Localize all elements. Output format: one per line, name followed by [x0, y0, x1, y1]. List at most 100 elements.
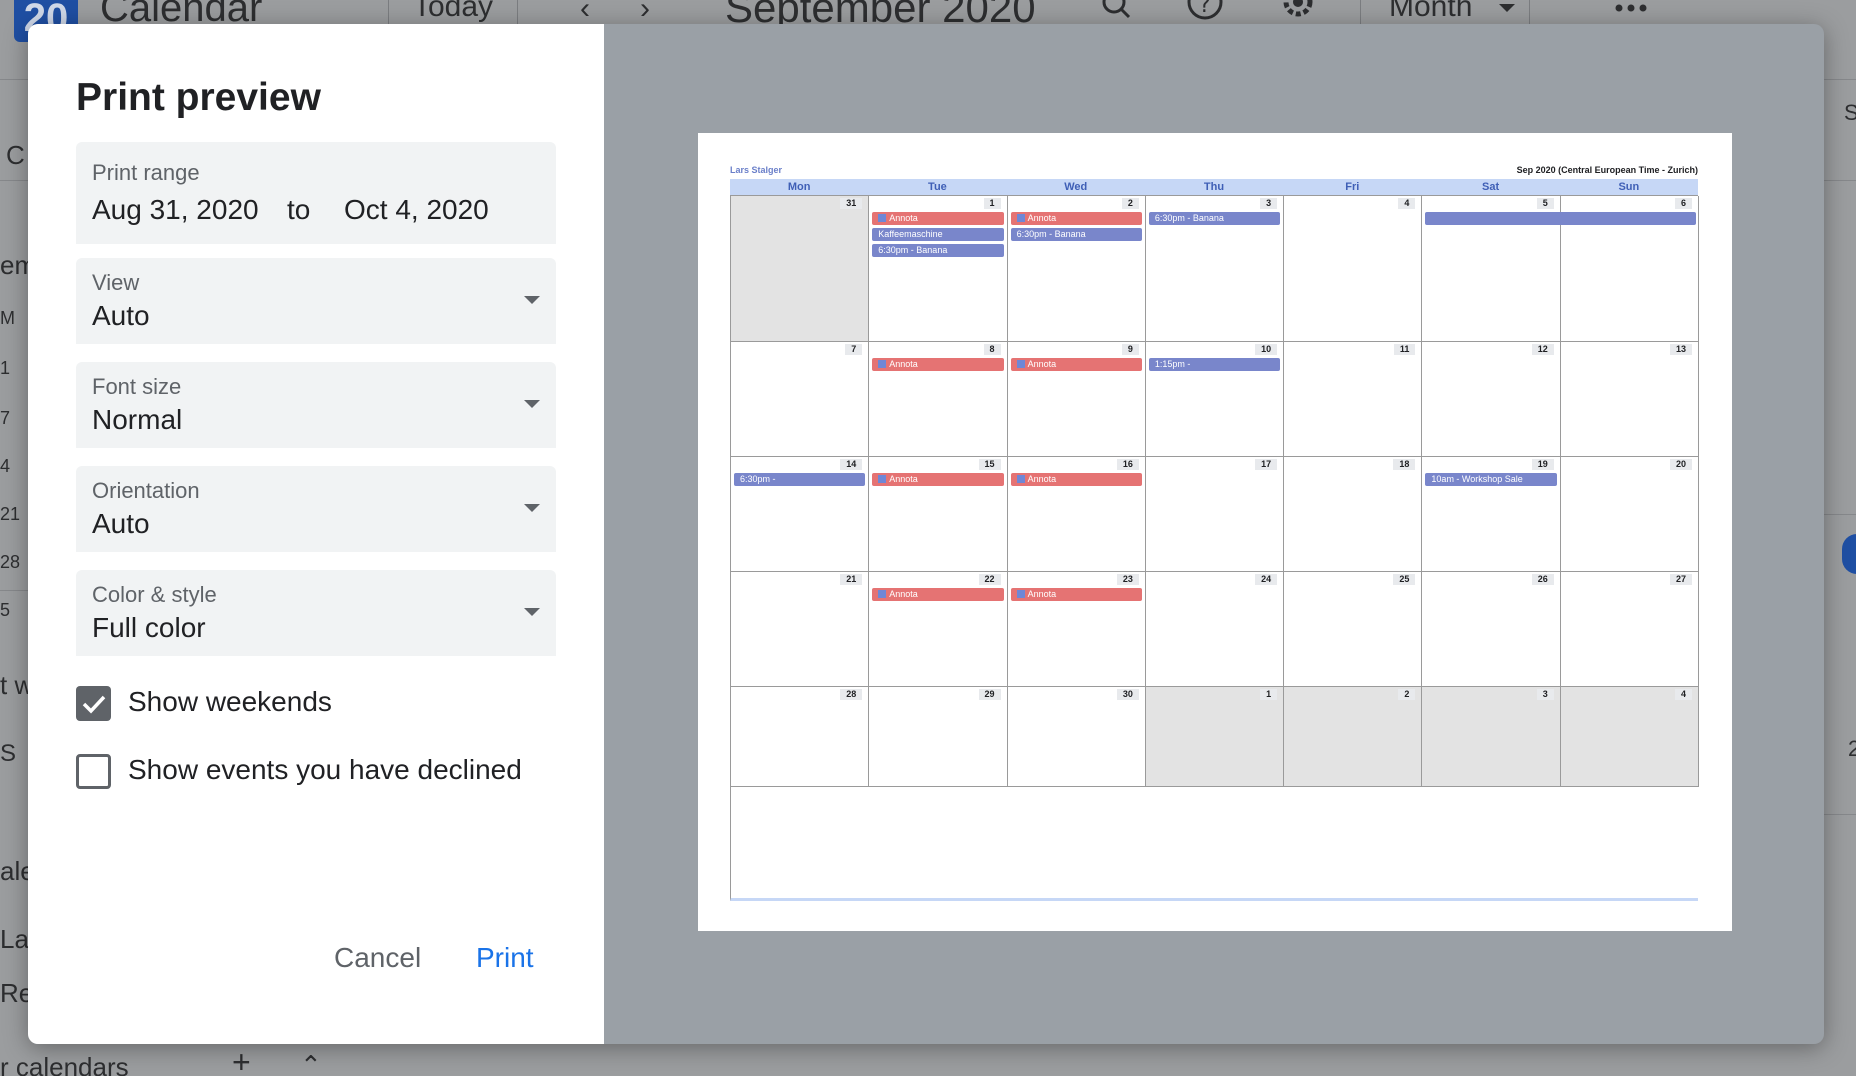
sidebar-fragment: S: [0, 740, 17, 767]
preview-calendar: Lars Stalger Sep 2020 (Central European …: [730, 165, 1699, 905]
orientation-select[interactable]: Orientation Auto: [76, 466, 556, 552]
chevron-left-icon[interactable]: ‹: [580, 0, 590, 26]
print-range-end[interactable]: Oct 4, 2020: [344, 194, 489, 226]
day-number: 18: [1393, 459, 1416, 470]
day-number: 26: [1531, 574, 1554, 585]
sidebar-fragment: 7: [0, 408, 11, 428]
day-number: 21: [840, 574, 863, 585]
day-cell: 28: [731, 687, 870, 787]
day-cell: 5: [1422, 196, 1696, 342]
sidebar-fragment: 21: [0, 504, 21, 524]
print-range-to: to: [287, 194, 311, 225]
font-size-select-label: Font size: [92, 374, 182, 399]
day-number: 3: [1260, 198, 1278, 209]
day-number: 13: [1669, 344, 1692, 355]
print-button[interactable]: Print: [476, 942, 534, 974]
checkmark-icon: [82, 695, 106, 714]
day-number: 3: [1536, 689, 1554, 700]
view-select-value: Auto: [92, 300, 150, 331]
event-color-icon: [1016, 214, 1025, 222]
preview-event: Kaffeemaschine: [872, 228, 1004, 241]
divider: [1824, 180, 1856, 181]
day-cell: 16 Annota: [1007, 457, 1146, 572]
day-cell: 13: [1560, 342, 1699, 457]
color-style-select[interactable]: Color & style Full color: [76, 570, 556, 656]
preview-event: Annota: [1010, 588, 1142, 601]
day-cell: 24: [1145, 572, 1285, 687]
sidebar-fragment: 1: [0, 358, 11, 378]
preview-event: Annota: [872, 588, 1004, 601]
color-style-select-value: Full color: [92, 612, 206, 643]
day-cell: 27: [1560, 572, 1699, 687]
dropdown-arrow-icon: [524, 400, 540, 408]
other-calendars-label: r calendars: [0, 1052, 129, 1076]
day-number: 24: [1255, 574, 1278, 585]
day-number: 12: [1531, 344, 1554, 355]
day-cell: 4: [1560, 687, 1699, 787]
add-calendar-icon[interactable]: +: [232, 1044, 251, 1076]
divider: [1824, 814, 1856, 815]
day-cell: 1 Annota Kaffeemaschine 6:30pm - Banana: [869, 196, 1008, 342]
day-number: 30: [1116, 689, 1139, 700]
dropdown-arrow-icon: [524, 504, 540, 512]
preview-timezone: Sep 2020 (Central European Time - Zurich…: [1516, 165, 1698, 175]
sidebar-fragment: 2: [1848, 736, 1856, 761]
day-number: 15: [978, 459, 1001, 470]
orientation-select-label: Orientation: [92, 478, 200, 503]
view-switcher-label: Month: [1389, 0, 1473, 23]
print-range-field[interactable]: Print range Aug 31, 2020 to Oct 4, 2020: [76, 142, 556, 244]
show-declined-checkbox[interactable]: [76, 754, 111, 789]
day-cell: 10 1:15pm -: [1145, 342, 1285, 457]
preview-event: Annota: [1010, 212, 1142, 225]
day-cell: 2 Annota 6:30pm - Banana: [1007, 196, 1146, 342]
preview-owner-name: Lars Stalger: [730, 165, 783, 175]
day-number: 10: [1255, 344, 1278, 355]
weekday-header: Mon Tue Wed Thu Fri Sat Sun: [730, 179, 1698, 195]
sidebar-fragment: 28: [0, 552, 21, 572]
view-select[interactable]: View Auto: [76, 258, 556, 344]
day-number: 2: [1398, 689, 1416, 700]
divider: [1824, 514, 1856, 515]
day-cell: 26: [1422, 572, 1561, 687]
day-cell: 21: [731, 572, 870, 687]
event-color-icon: [878, 360, 887, 368]
event-color-icon: [878, 590, 887, 598]
svg-text:?: ?: [1199, 0, 1211, 18]
preview-event: Annota: [872, 212, 1004, 225]
preview-event: Annota: [872, 358, 1004, 371]
day-cell: 23 Annota: [1007, 572, 1146, 687]
day-number: 28: [840, 689, 863, 700]
event-color-icon: [1016, 590, 1025, 598]
font-size-select[interactable]: Font size Normal: [76, 362, 556, 448]
weekday-label: Mon: [787, 181, 811, 193]
day-cell: 22 Annota: [869, 572, 1008, 687]
chevron-up-icon[interactable]: ⌃: [300, 1050, 322, 1076]
orientation-select-value: Auto: [92, 508, 150, 539]
event-color-icon: [1016, 360, 1025, 368]
print-range-start[interactable]: Aug 31, 2020: [92, 194, 259, 226]
cancel-button[interactable]: Cancel: [334, 942, 421, 974]
day-number: 23: [1116, 574, 1139, 585]
day-cell: 31: [731, 196, 870, 342]
print-preview-dialog: Print preview Print range Aug 31, 2020 t…: [28, 24, 1824, 1044]
day-cell: 4: [1284, 196, 1423, 342]
preview-event: 6:30pm -: [734, 473, 866, 486]
show-weekends-checkbox[interactable]: [76, 686, 111, 721]
day-number: 20: [1669, 459, 1692, 470]
day-number: 19: [1531, 459, 1554, 470]
sidebar-fragment: M: [0, 308, 15, 328]
day-number: 1: [983, 198, 1001, 209]
sidebar-fragment: S: [1844, 100, 1856, 125]
fab-button[interactable]: [1842, 534, 1856, 574]
preview-event: 10am - Workshop Sale: [1425, 473, 1557, 486]
day-number: 9: [1121, 344, 1139, 355]
day-cell: 15 Annota: [869, 457, 1008, 572]
sidebar-fragment: 5: [0, 600, 11, 620]
day-number: 4: [1674, 689, 1692, 700]
chevron-right-icon[interactable]: ›: [640, 0, 650, 26]
day-number: 17: [1255, 459, 1278, 470]
day-cell: 29: [869, 687, 1008, 787]
day-cell: 11: [1284, 342, 1423, 457]
day-cell: 3 6:30pm - Banana: [1145, 196, 1285, 342]
preview-event: Annota: [872, 473, 1004, 486]
